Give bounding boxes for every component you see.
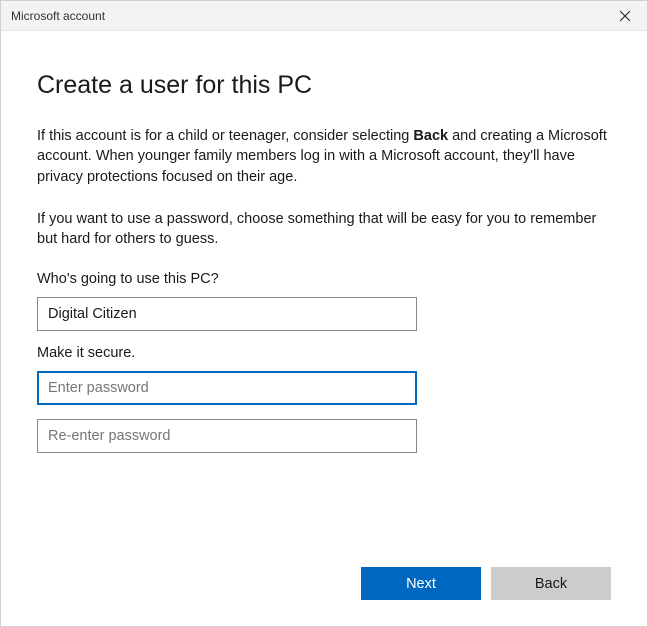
- secure-label: Make it secure.: [37, 345, 611, 361]
- titlebar: Microsoft account: [1, 1, 647, 31]
- password-input[interactable]: [37, 371, 417, 405]
- back-button[interactable]: Back: [491, 567, 611, 600]
- window-title: Microsoft account: [11, 9, 105, 23]
- intro-paragraph-2: If you want to use a password, choose so…: [37, 209, 611, 250]
- username-label: Who's going to use this PC?: [37, 271, 611, 287]
- button-row: Next Back: [37, 567, 611, 606]
- username-input[interactable]: [37, 297, 417, 331]
- password-confirm-input[interactable]: [37, 419, 417, 453]
- close-button[interactable]: [602, 1, 647, 31]
- next-button[interactable]: Next: [361, 567, 481, 600]
- intro-paragraph-1-pre: If this account is for a child or teenag…: [37, 128, 413, 144]
- dialog-window: Microsoft account Create a user for this…: [0, 0, 648, 627]
- close-icon: [620, 11, 630, 21]
- intro-paragraph-1-bold: Back: [413, 128, 448, 144]
- page-heading: Create a user for this PC: [37, 71, 611, 100]
- intro-paragraph-1: If this account is for a child or teenag…: [37, 126, 611, 187]
- content-area: Create a user for this PC If this accoun…: [1, 31, 647, 626]
